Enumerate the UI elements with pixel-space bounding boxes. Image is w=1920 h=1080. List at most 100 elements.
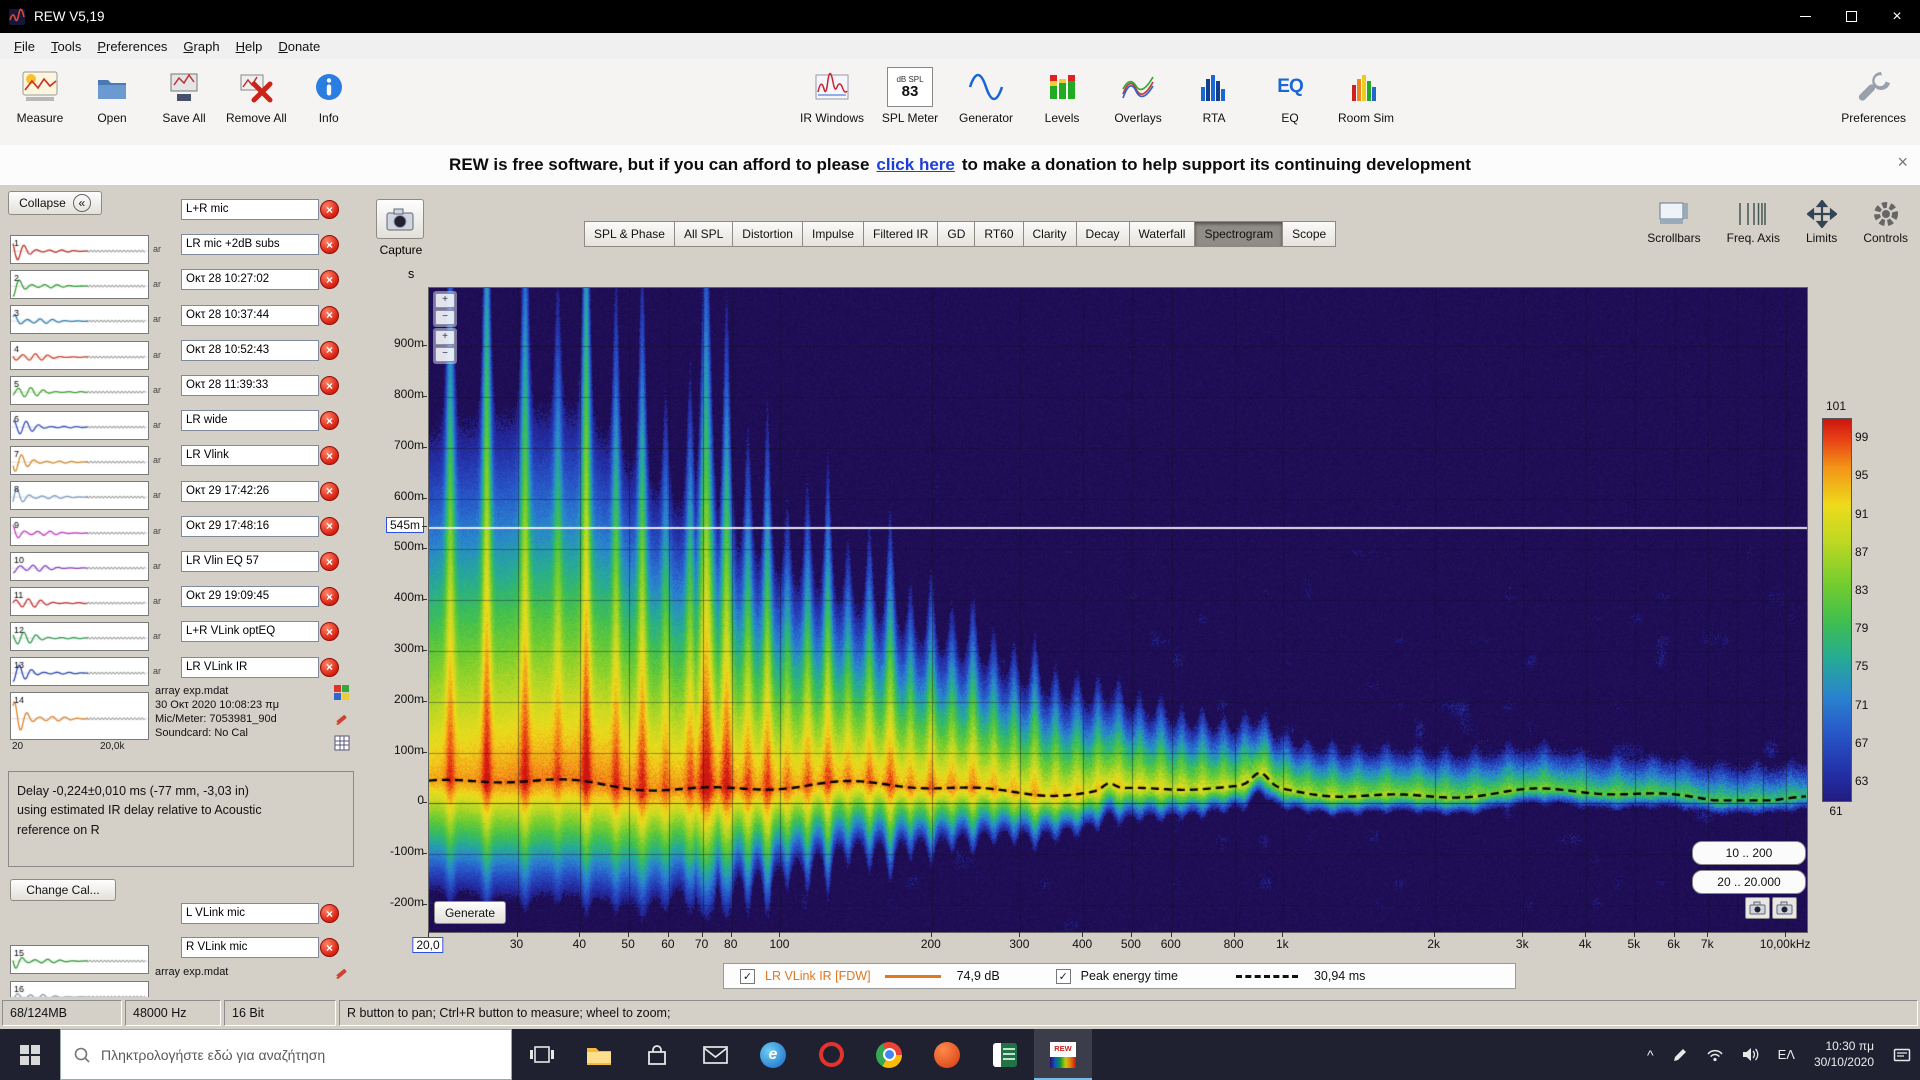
tab-spl-phase[interactable]: SPL & Phase [584, 221, 675, 247]
taskbar-clock[interactable]: 10:30 πμ 30/10/2020 [1804, 1039, 1884, 1070]
measurement-delete-button[interactable]: × [320, 938, 339, 957]
measurement-name-field[interactable]: LR wide [181, 410, 319, 432]
taskbar-app-opera[interactable] [802, 1029, 860, 1080]
collapse-button[interactable]: Collapse « [8, 191, 102, 215]
taskbar-search-input[interactable]: Πληκτρολογήστε εδώ για αναζήτηση [60, 1029, 512, 1080]
toolbar-button-levels[interactable]: Levels [1032, 66, 1092, 125]
taskbar-app-edge[interactable]: e [744, 1029, 802, 1080]
measurement-name-field[interactable]: Οκτ 28 10:27:02 [181, 269, 319, 291]
menu-item-tools[interactable]: Tools [43, 36, 89, 57]
snapshot-camera-button-2[interactable] [1772, 897, 1797, 919]
measurement-thumbnail[interactable] [10, 235, 149, 264]
close-button[interactable]: × [1874, 0, 1920, 33]
menu-item-donate[interactable]: Donate [270, 36, 328, 57]
measurement-name-field[interactable]: LR Vlin EQ 57 [181, 551, 319, 572]
measurement-thumbnail[interactable] [10, 657, 149, 687]
tab-waterfall[interactable]: Waterfall [1128, 221, 1196, 247]
measurement-name-field[interactable]: Οκτ 29 17:48:16 [181, 515, 319, 537]
toolbar-button-room-sim[interactable]: Room Sim [1336, 66, 1396, 125]
notes-table-icon[interactable] [334, 735, 350, 751]
tab-decay[interactable]: Decay [1075, 221, 1130, 247]
measurement-name-field[interactable]: Οκτ 29 17:42:26 [181, 480, 319, 502]
measurement-thumbnail[interactable] [10, 945, 149, 974]
measurement-delete-button[interactable]: × [320, 200, 339, 219]
measurement-name-field[interactable]: L+R VLink optEQ [181, 621, 319, 643]
tab-gd[interactable]: GD [937, 221, 976, 247]
toolbar-button-eq[interactable]: EQ EQ [1260, 66, 1320, 125]
zoom-in-button[interactable]: + [435, 330, 455, 345]
measurement-name-field[interactable]: LR Vlink [181, 445, 319, 467]
tab-distortion[interactable]: Distortion [732, 221, 803, 247]
toolbar-button-info[interactable]: Info [299, 66, 359, 125]
toolbar-button-overlays[interactable]: Overlays [1108, 66, 1168, 125]
notification-center-icon[interactable] [1884, 1029, 1920, 1080]
measurement-name-field[interactable]: R VLink mic [181, 937, 319, 958]
toolbar-button-preferences[interactable]: Preferences [1841, 66, 1906, 125]
palette-icon[interactable] [334, 685, 350, 701]
measurement-thumbnail[interactable] [10, 481, 149, 511]
tab-impulse[interactable]: Impulse [801, 221, 865, 247]
network-icon[interactable] [1697, 1029, 1733, 1080]
edit-pencil-icon[interactable] [334, 709, 350, 725]
generate-button[interactable]: Generate [434, 901, 506, 924]
measurement-delete-button[interactable]: × [320, 622, 339, 642]
measurement-delete-button[interactable]: × [320, 411, 339, 431]
edit-pencil-icon[interactable] [334, 963, 350, 979]
menu-item-graph[interactable]: Graph [175, 36, 227, 57]
zoom-in-button[interactable]: + [435, 293, 455, 308]
measurement-delete-button[interactable]: × [320, 904, 339, 923]
start-button[interactable] [0, 1029, 60, 1080]
measurement-thumbnail[interactable] [10, 305, 149, 335]
tab-spectrogram[interactable]: Spectrogram [1194, 221, 1284, 247]
restore-button[interactable] [1828, 0, 1874, 33]
taskbar-app-mail[interactable] [686, 1029, 744, 1080]
measurement-name-field[interactable]: LR mic +2dB subs [181, 234, 319, 256]
measurement-thumbnail[interactable] [10, 551, 149, 581]
measurement-delete-button[interactable]: × [320, 657, 339, 677]
measurement-name-field[interactable]: Οκτ 28 10:52:43 [181, 339, 319, 361]
measurement-thumbnail[interactable] [10, 587, 149, 616]
measurement-thumbnail[interactable] [10, 375, 149, 405]
change-cal-button[interactable]: Change Cal... [10, 879, 116, 901]
taskbar-app-chrome[interactable] [860, 1029, 918, 1080]
tab-rt60[interactable]: RT60 [974, 221, 1024, 247]
measurement-name-field[interactable]: Οκτ 28 11:39:33 [181, 375, 319, 396]
zoom-out-button[interactable]: − [435, 310, 455, 325]
tab-scope[interactable]: Scope [1282, 221, 1337, 247]
measurement-delete-button[interactable]: × [320, 446, 339, 466]
taskbar-app-brave[interactable] [918, 1029, 976, 1080]
measurement-delete-button[interactable]: × [320, 235, 339, 255]
y-tick-text[interactable]: 545m [385, 516, 424, 533]
view-button-scrollbars[interactable]: Scrollbars [1647, 199, 1701, 245]
toolbar-button-rta[interactable]: RTA [1184, 66, 1244, 125]
toolbar-button-measure[interactable]: Measure [10, 66, 70, 125]
banner-close-button[interactable]: × [1897, 152, 1908, 173]
toolbar-button-save-all[interactable]: Save All [154, 66, 214, 125]
measurement-thumbnail[interactable] [10, 270, 149, 300]
tab-clarity[interactable]: Clarity [1022, 221, 1077, 247]
peak-energy-checkbox[interactable]: ✓ [1055, 968, 1071, 984]
tray-expand-caret[interactable]: ^ [1638, 1029, 1663, 1080]
measurement-thumbnail[interactable] [10, 622, 149, 652]
x-tick-text[interactable]: 20,0 [412, 937, 444, 953]
measurement-delete-button[interactable]: × [320, 587, 339, 607]
toolbar-button-ir-windows[interactable]: IR Windows [800, 66, 864, 125]
taskbar-app-file-explorer[interactable] [570, 1029, 628, 1080]
measurement-thumbnail[interactable] [10, 411, 149, 440]
speaker-icon[interactable] [1733, 1029, 1769, 1080]
view-button-limits[interactable]: Limits [1806, 199, 1837, 245]
snapshot-camera-button[interactable] [1745, 897, 1770, 919]
measurement-delete-button[interactable]: × [320, 340, 339, 360]
toolbar-button-remove-all[interactable]: Remove All [226, 66, 287, 125]
minimize-button[interactable] [1782, 0, 1828, 33]
measurement-delete-button[interactable]: × [320, 270, 339, 290]
pen-icon[interactable] [1663, 1029, 1697, 1080]
capture-button[interactable] [376, 199, 424, 239]
freq-range-button-20-20000[interactable]: 20 .. 20.000 [1692, 870, 1806, 894]
taskbar-app-rew[interactable]: REW [1034, 1029, 1092, 1080]
measurement-delete-button[interactable]: × [320, 481, 339, 501]
tab-filtered-ir[interactable]: Filtered IR [863, 221, 939, 247]
view-button-freq-axis[interactable]: Freq. Axis [1727, 199, 1780, 245]
taskbar-app-task-view[interactable] [512, 1029, 570, 1080]
measurement-name-field[interactable]: L VLink mic [181, 903, 319, 924]
